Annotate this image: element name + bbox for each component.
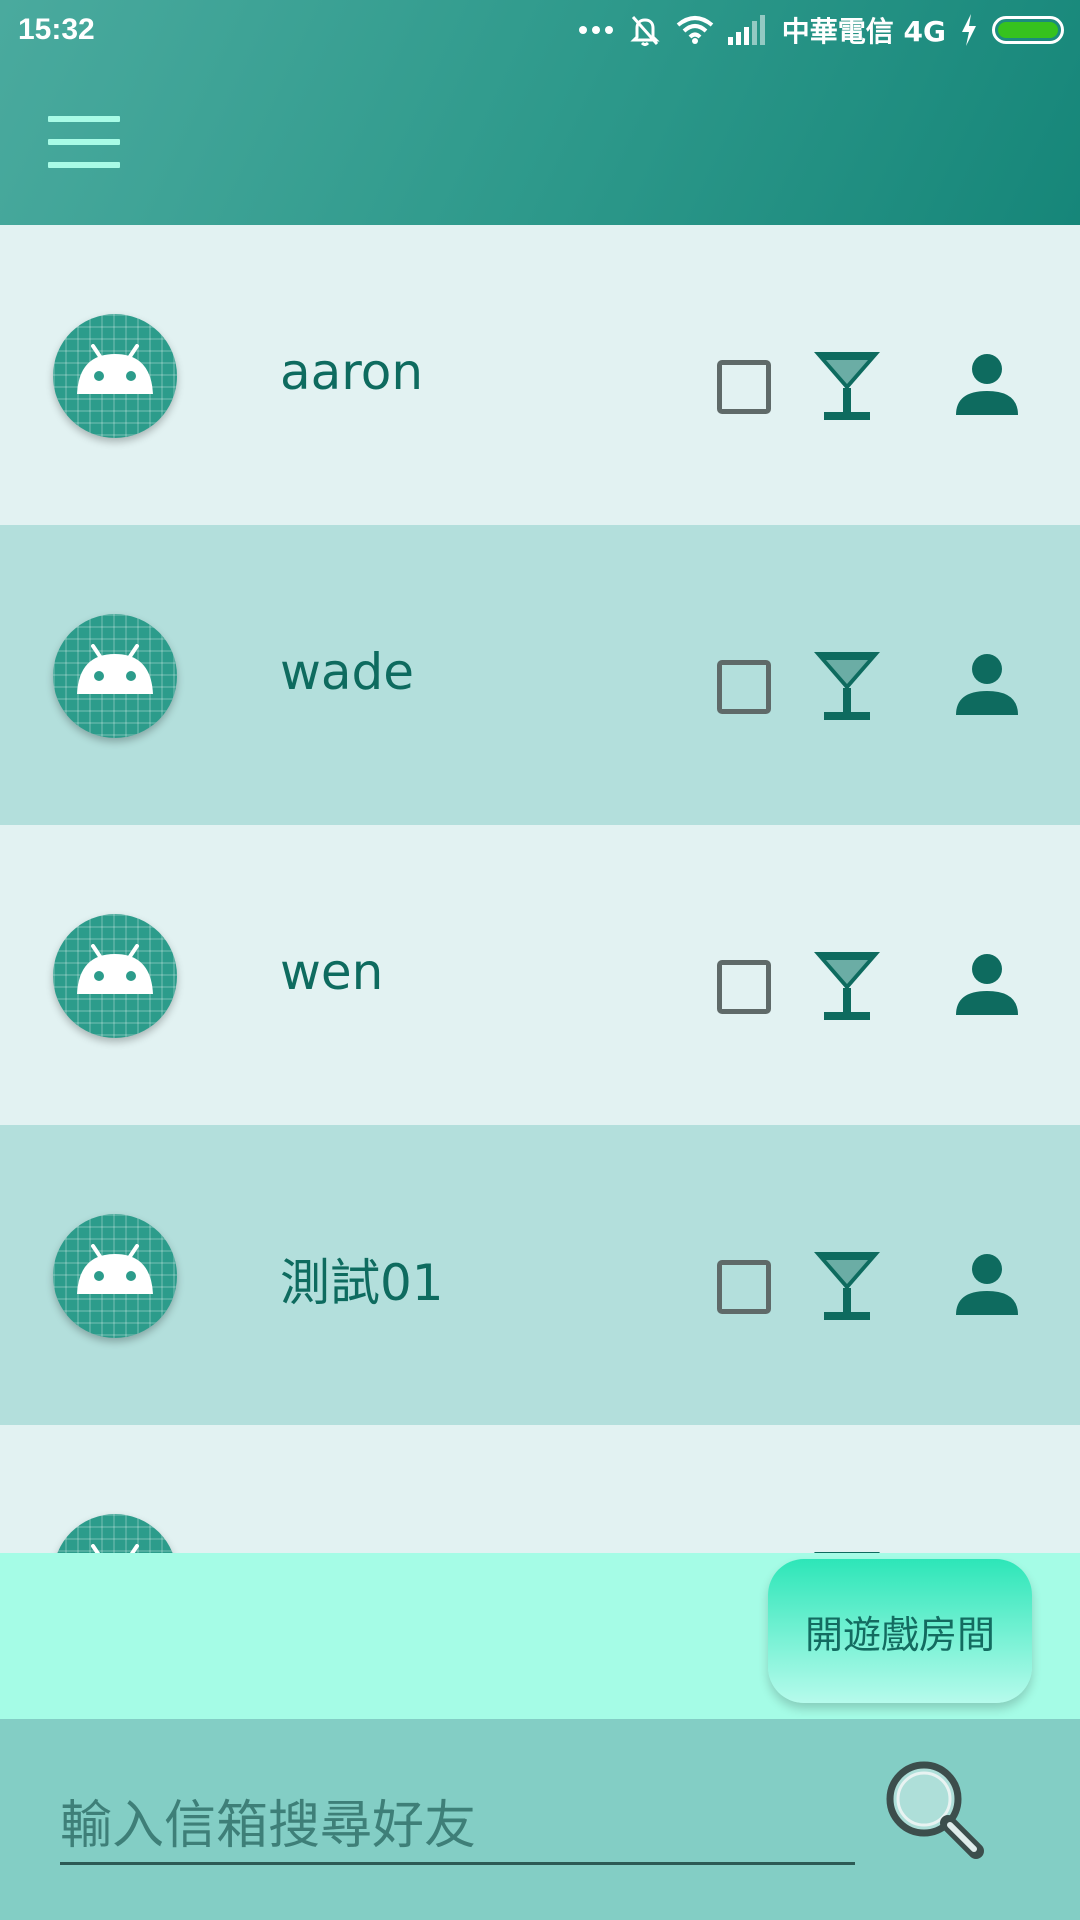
charging-icon [962, 14, 976, 46]
android-avatar-icon[interactable] [53, 914, 177, 1038]
battery-icon [992, 16, 1064, 44]
friend-name: aaron [280, 343, 424, 401]
friend-row[interactable] [0, 1425, 1080, 1553]
person-icon[interactable] [955, 353, 1019, 421]
action-bar: 開遊戲房間 [0, 1553, 1080, 1719]
select-friend-checkbox[interactable] [717, 1260, 771, 1314]
friend-row[interactable]: wen [0, 825, 1080, 1125]
status-carrier: 中華電信 4G [781, 15, 946, 48]
cocktail-icon[interactable] [812, 950, 882, 1026]
android-avatar-icon[interactable] [53, 1214, 177, 1338]
android-avatar-icon[interactable] [53, 614, 177, 738]
search-bar [0, 1719, 1080, 1920]
select-friend-checkbox[interactable] [717, 660, 771, 714]
friend-name: 測試01 [280, 1254, 444, 1312]
hamburger-menu-icon[interactable] [40, 112, 128, 172]
status-icons: 中華電信 4G [578, 10, 1064, 50]
bell-off-icon [630, 16, 660, 46]
android-avatar-icon[interactable] [53, 314, 177, 438]
select-friend-checkbox[interactable] [717, 360, 771, 414]
open-game-room-button[interactable]: 開遊戲房間 [768, 1559, 1032, 1703]
magnifier-icon[interactable] [880, 1755, 990, 1865]
cocktail-icon[interactable] [812, 650, 882, 726]
person-icon[interactable] [955, 1253, 1019, 1321]
cocktail-icon[interactable] [812, 350, 882, 426]
person-icon[interactable] [955, 953, 1019, 1021]
friend-row[interactable]: aaron [0, 225, 1080, 525]
search-email-input[interactable] [60, 1789, 855, 1865]
friend-name: wen [280, 943, 384, 1001]
friend-list[interactable]: aaron wade wen 測試01 [0, 225, 1080, 1553]
status-bar: 15:32 中華電信 4G [0, 0, 1080, 60]
wifi-icon [676, 16, 714, 44]
status-time: 15:32 [18, 13, 95, 46]
friend-name: wade [280, 643, 415, 701]
cocktail-icon[interactable] [812, 1250, 882, 1326]
friend-row[interactable]: 測試01 [0, 1125, 1080, 1425]
friend-row[interactable]: wade [0, 525, 1080, 825]
android-avatar-icon[interactable] [53, 1514, 177, 1553]
signal-icon [727, 15, 765, 45]
person-icon[interactable] [955, 653, 1019, 721]
more-dots-icon [578, 26, 613, 34]
battery-fill [998, 22, 1058, 38]
select-friend-checkbox[interactable] [717, 960, 771, 1014]
